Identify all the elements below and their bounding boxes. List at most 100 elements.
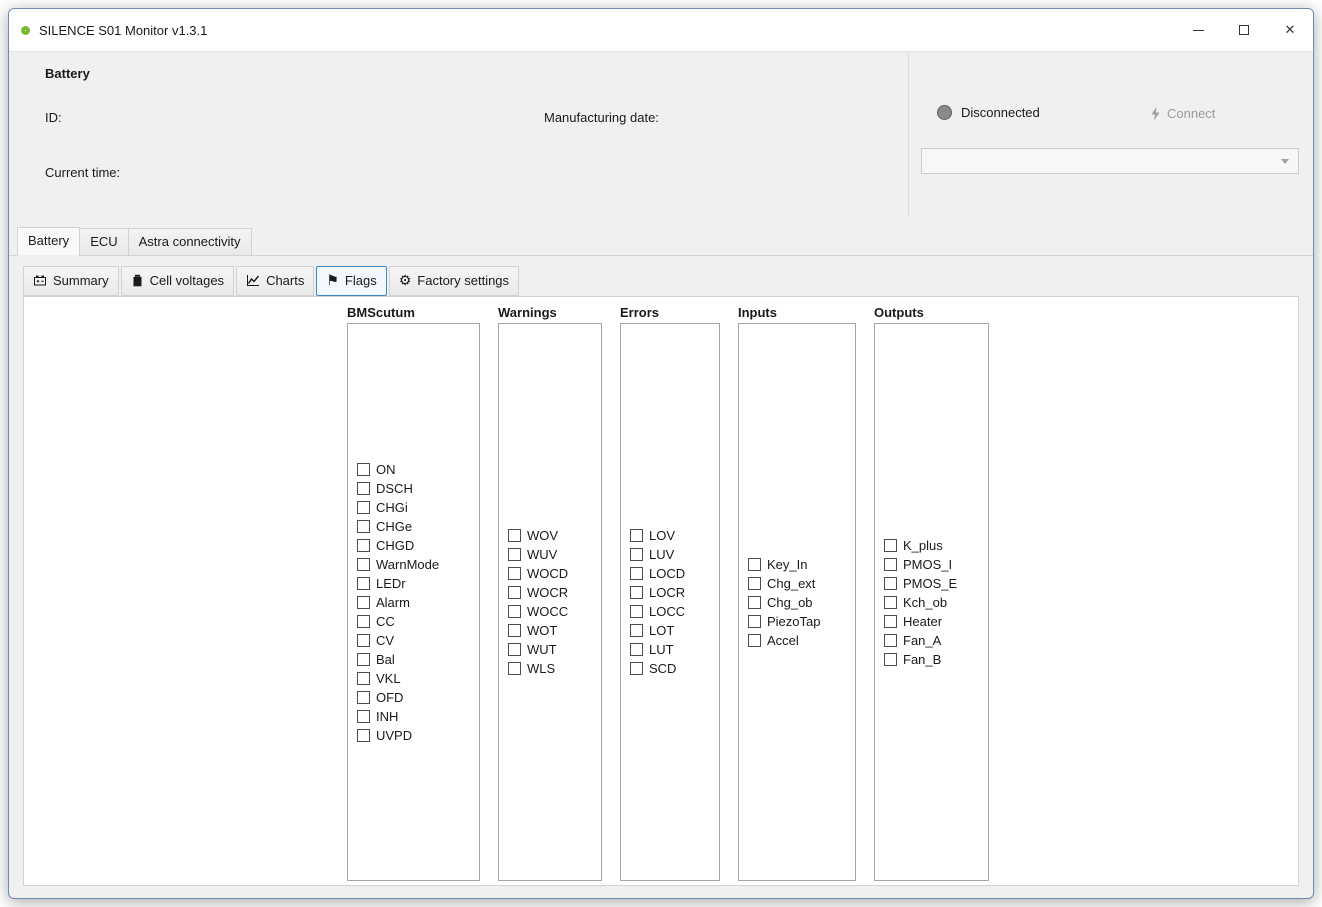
checkbox-icon[interactable] <box>630 567 643 580</box>
checkbox-icon[interactable] <box>357 577 370 590</box>
checkbox-icon[interactable] <box>884 539 897 552</box>
checkbox-icon[interactable] <box>357 501 370 514</box>
checkbox-icon[interactable] <box>748 615 761 628</box>
flag-checkbox-alarm[interactable]: Alarm <box>357 593 479 612</box>
checkbox-icon[interactable] <box>508 567 521 580</box>
flag-checkbox-fan_b[interactable]: Fan_B <box>884 650 988 669</box>
maximize-button[interactable] <box>1221 9 1267 51</box>
checkbox-icon[interactable] <box>630 662 643 675</box>
flag-checkbox-chg_ob[interactable]: Chg_ob <box>748 593 855 612</box>
checkbox-icon[interactable] <box>357 520 370 533</box>
checkbox-icon[interactable] <box>357 539 370 552</box>
port-select[interactable] <box>921 148 1299 174</box>
flag-checkbox-k_plus[interactable]: K_plus <box>884 536 988 555</box>
flag-checkbox-wocr[interactable]: WOCR <box>508 583 601 602</box>
flag-checkbox-wls[interactable]: WLS <box>508 659 601 678</box>
checkbox-icon[interactable] <box>357 463 370 476</box>
checkbox-icon[interactable] <box>357 653 370 666</box>
flag-checkbox-wot[interactable]: WOT <box>508 621 601 640</box>
flag-checkbox-key_in[interactable]: Key_In <box>748 555 855 574</box>
flag-checkbox-ofd[interactable]: OFD <box>357 688 479 707</box>
flag-checkbox-cc[interactable]: CC <box>357 612 479 631</box>
flag-checkbox-wuv[interactable]: WUV <box>508 545 601 564</box>
tab-charts[interactable]: Charts <box>236 266 314 296</box>
tab-summary[interactable]: Summary <box>23 266 119 296</box>
tab-battery[interactable]: Battery <box>17 227 80 256</box>
flag-checkbox-kch_ob[interactable]: Kch_ob <box>884 593 988 612</box>
checkbox-icon[interactable] <box>508 529 521 542</box>
flag-checkbox-accel[interactable]: Accel <box>748 631 855 650</box>
tab-ecu[interactable]: ECU <box>79 228 128 255</box>
tab-cell-voltages[interactable]: Cell voltages <box>121 266 234 296</box>
tab-flags[interactable]: ⚑ Flags <box>316 266 386 296</box>
flag-checkbox-locr[interactable]: LOCR <box>630 583 719 602</box>
checkbox-icon[interactable] <box>508 586 521 599</box>
checkbox-icon[interactable] <box>357 672 370 685</box>
flag-checkbox-chge[interactable]: CHGe <box>357 517 479 536</box>
flag-checkbox-heater[interactable]: Heater <box>884 612 988 631</box>
flag-label: LOV <box>649 528 675 543</box>
checkbox-icon[interactable] <box>748 634 761 647</box>
flag-checkbox-lov[interactable]: LOV <box>630 526 719 545</box>
flag-checkbox-chg_ext[interactable]: Chg_ext <box>748 574 855 593</box>
flag-checkbox-luv[interactable]: LUV <box>630 545 719 564</box>
checkbox-icon[interactable] <box>884 615 897 628</box>
checkbox-icon[interactable] <box>630 548 643 561</box>
flag-checkbox-vkl[interactable]: VKL <box>357 669 479 688</box>
checkbox-icon[interactable] <box>357 482 370 495</box>
checkbox-icon[interactable] <box>508 643 521 656</box>
flag-checkbox-cv[interactable]: CV <box>357 631 479 650</box>
flag-checkbox-wov[interactable]: WOV <box>508 526 601 545</box>
checkbox-icon[interactable] <box>357 729 370 742</box>
flag-checkbox-locd[interactable]: LOCD <box>630 564 719 583</box>
checkbox-icon[interactable] <box>357 634 370 647</box>
checkbox-icon[interactable] <box>884 558 897 571</box>
flag-checkbox-chgd[interactable]: CHGD <box>357 536 479 555</box>
checkbox-icon[interactable] <box>748 577 761 590</box>
close-button[interactable]: ✕ <box>1267 9 1313 51</box>
flag-checkbox-locc[interactable]: LOCC <box>630 602 719 621</box>
flag-checkbox-fan_a[interactable]: Fan_A <box>884 631 988 650</box>
flag-checkbox-uvpd[interactable]: UVPD <box>357 726 479 745</box>
checkbox-icon[interactable] <box>884 577 897 590</box>
checkbox-icon[interactable] <box>884 596 897 609</box>
flag-checkbox-pmos_i[interactable]: PMOS_I <box>884 555 988 574</box>
checkbox-icon[interactable] <box>748 596 761 609</box>
checkbox-icon[interactable] <box>884 653 897 666</box>
checkbox-icon[interactable] <box>357 596 370 609</box>
flag-checkbox-dsch[interactable]: DSCH <box>357 479 479 498</box>
checkbox-icon[interactable] <box>357 615 370 628</box>
flag-checkbox-wut[interactable]: WUT <box>508 640 601 659</box>
checkbox-icon[interactable] <box>630 529 643 542</box>
minimize-button[interactable] <box>1175 9 1221 51</box>
checkbox-icon[interactable] <box>508 662 521 675</box>
flag-checkbox-lut[interactable]: LUT <box>630 640 719 659</box>
checkbox-icon[interactable] <box>630 586 643 599</box>
flag-checkbox-on[interactable]: ON <box>357 460 479 479</box>
tab-factory-settings[interactable]: ⚙ Factory settings <box>389 266 519 296</box>
checkbox-icon[interactable] <box>357 710 370 723</box>
tab-astra-connectivity[interactable]: Astra connectivity <box>128 228 252 255</box>
checkbox-icon[interactable] <box>884 634 897 647</box>
connect-button[interactable]: Connect <box>1151 106 1215 121</box>
checkbox-icon[interactable] <box>748 558 761 571</box>
flag-checkbox-chgi[interactable]: CHGi <box>357 498 479 517</box>
flag-checkbox-warnmode[interactable]: WarnMode <box>357 555 479 574</box>
checkbox-icon[interactable] <box>630 605 643 618</box>
flag-checkbox-ledr[interactable]: LEDr <box>357 574 479 593</box>
flag-checkbox-pmos_e[interactable]: PMOS_E <box>884 574 988 593</box>
checkbox-icon[interactable] <box>357 558 370 571</box>
checkbox-icon[interactable] <box>357 691 370 704</box>
flag-checkbox-inh[interactable]: INH <box>357 707 479 726</box>
checkbox-icon[interactable] <box>630 643 643 656</box>
checkbox-icon[interactable] <box>508 624 521 637</box>
flag-checkbox-bal[interactable]: Bal <box>357 650 479 669</box>
flag-checkbox-scd[interactable]: SCD <box>630 659 719 678</box>
checkbox-icon[interactable] <box>508 548 521 561</box>
checkbox-icon[interactable] <box>630 624 643 637</box>
flag-checkbox-wocd[interactable]: WOCD <box>508 564 601 583</box>
flag-checkbox-lot[interactable]: LOT <box>630 621 719 640</box>
flag-checkbox-wocc[interactable]: WOCC <box>508 602 601 621</box>
checkbox-icon[interactable] <box>508 605 521 618</box>
flag-checkbox-piezotap[interactable]: PiezoTap <box>748 612 855 631</box>
